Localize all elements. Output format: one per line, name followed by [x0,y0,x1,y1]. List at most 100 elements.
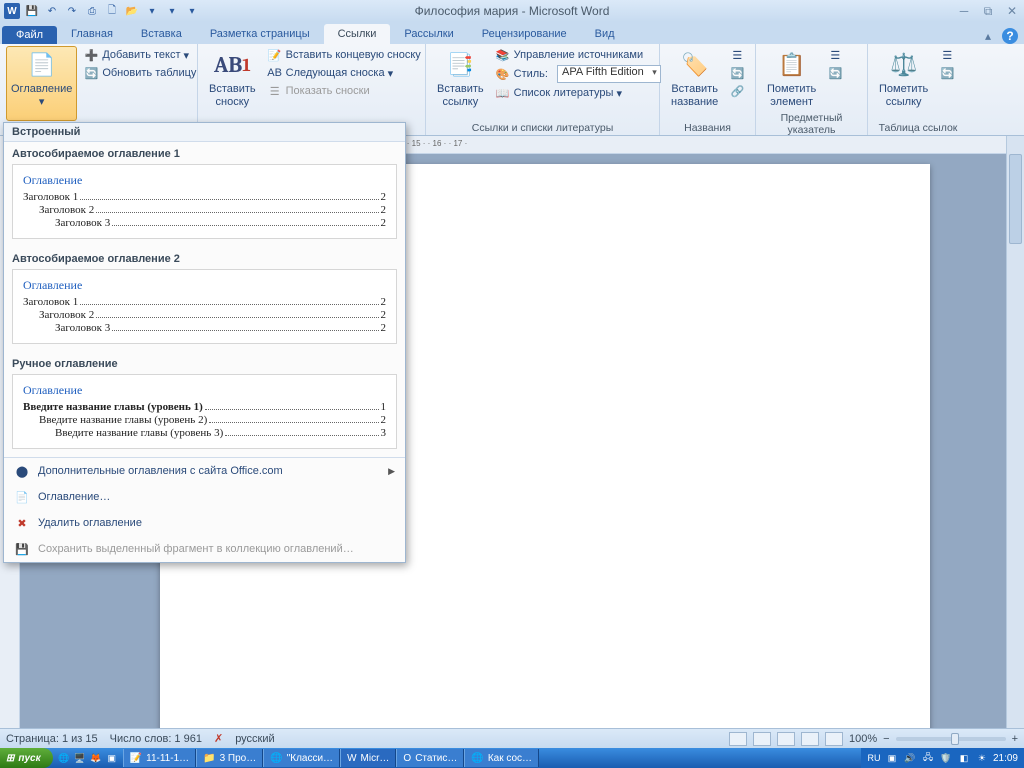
app-icon[interactable]: ▣ [105,751,119,765]
preview-title: Оглавление [23,278,386,293]
taskbar-item[interactable]: 🌐"Класси… [263,749,340,767]
toc-button[interactable]: 📄 Оглавление▾ [6,46,77,121]
taskbar-item-active[interactable]: WMicr… [340,749,396,767]
endnote-icon: 📝 [267,47,283,63]
tab-home[interactable]: Главная [57,24,127,44]
title-bar: W 💾 ↶ ↷ ⎙ 🗋 📂 ▾ ▾ ▾ Философия мария - Mi… [0,0,1024,22]
insert-citation-label: Вставить ссылку [437,83,484,108]
close-icon[interactable]: ✕ [1004,3,1020,19]
tab-references[interactable]: Ссылки [324,24,391,44]
add-text-button[interactable]: ➕Добавить текст ▾ [81,46,198,64]
gallery-item-2[interactable]: Оглавление Введите название главы (урове… [12,374,397,449]
save-icon[interactable]: 💾 [24,3,40,19]
zoom-slider[interactable] [896,737,1006,741]
tab-insert[interactable]: Вставка [127,24,196,44]
ribbon-minimize-icon[interactable]: ▴ [980,28,996,44]
tab-file[interactable]: Файл [2,26,57,44]
undo-icon[interactable]: ↶ [44,3,60,19]
tray-icon[interactable]: ▣ [885,751,899,765]
qat-more-icon[interactable]: ▾ [144,3,160,19]
citation-style-select[interactable]: APA Fifth Edition [557,65,661,83]
view-web[interactable] [777,732,795,746]
custom-toc[interactable]: 📄Оглавление… [4,484,405,510]
status-page[interactable]: Страница: 1 из 15 [6,733,98,745]
print-icon[interactable]: ⎙ [84,3,100,19]
taskbar-item[interactable]: 🌐Как сос… [464,749,539,767]
tray-volume-icon[interactable]: 🔊 [903,751,917,765]
qat-customize-icon[interactable]: ▾ [184,3,200,19]
tab-review[interactable]: Рецензирование [468,24,581,44]
save-selection-toc: 💾Сохранить выделенный фрагмент в коллекц… [4,536,405,562]
open-icon[interactable]: 📂 [124,3,140,19]
caption-small3[interactable]: 🔗 [727,82,747,100]
insert-toa-button[interactable]: ☰ [937,46,957,64]
ribbon-tabs: Файл Главная Вставка Разметка страницы С… [0,22,1024,44]
status-language[interactable]: русский [235,733,274,745]
update-index-button[interactable]: 🔄 [825,64,845,82]
insert-citation-button[interactable]: 📑 Вставить ссылку [432,46,489,121]
insert-endnote-button[interactable]: 📝Вставить концевую сноску [265,46,423,64]
view-draft[interactable] [825,732,843,746]
manage-sources-button[interactable]: 📚Управление источниками [493,46,663,64]
taskbar-item[interactable]: OСтатис… [396,749,464,767]
tray-icon[interactable]: ☀ [975,751,989,765]
add-text-icon: ➕ [83,47,99,63]
tray-icon[interactable]: ◧ [957,751,971,765]
mark-citation-button[interactable]: ⚖️ Пометить ссылку [874,46,933,121]
insert-index-button[interactable]: ☰ [825,46,845,64]
status-wordcount[interactable]: Число слов: 1 961 [110,733,202,745]
save-selection-label: Сохранить выделенный фрагмент в коллекци… [38,543,354,555]
tab-view[interactable]: Вид [581,24,629,44]
update-table-button[interactable]: 🔄Обновить таблицу [81,64,198,82]
next-footnote-button[interactable]: ABСледующая сноска ▾ [265,64,423,82]
remove-toc[interactable]: ✖Удалить оглавление [4,510,405,536]
redo-icon[interactable]: ↷ [64,3,80,19]
tab-layout[interactable]: Разметка страницы [196,24,324,44]
group-captions: 🏷️ Вставить название ☰ 🔄 🔗 Названия [660,44,756,135]
tray-shield-icon[interactable]: 🛡️ [939,751,953,765]
start-button[interactable]: ⊞пуск [0,748,53,768]
tray-lang[interactable]: RU [867,751,881,765]
zoom-level[interactable]: 100% [849,733,877,745]
firefox-icon[interactable]: 🦊 [89,751,103,765]
mark-entry-label: Пометить элемент [767,83,816,108]
windows-logo-icon: ⊞ [6,753,14,764]
taskbar-item[interactable]: 📁3 Про… [196,749,263,767]
insert-footnote-button[interactable]: AB1 Вставить сноску [204,46,261,121]
view-fullscreen[interactable] [753,732,771,746]
tray-network-icon[interactable]: 🖧 [921,751,935,765]
vertical-scrollbar[interactable] [1006,136,1024,728]
ie-icon[interactable]: 🌐 [57,751,71,765]
insert-caption-button[interactable]: 🏷️ Вставить название [666,46,723,121]
caption-small1[interactable]: ☰ [727,46,747,64]
taskbar-item[interactable]: 📝11-11-1… [123,749,196,767]
view-print-layout[interactable] [729,732,747,746]
gallery-footer: ⬤Дополнительные оглавления с сайта Offic… [4,457,405,562]
group-captions-label: Названия [666,121,749,134]
qat-more2-icon[interactable]: ▾ [164,3,180,19]
status-proofing-icon[interactable]: ✗ [214,732,223,745]
add-text-label: Добавить текст [102,49,180,61]
zoom-out-icon[interactable]: − [883,733,889,745]
gallery-item-1[interactable]: Оглавление Заголовок 12 Заголовок 22 Заг… [12,269,397,344]
mark-entry-button[interactable]: 📋 Пометить элемент [762,46,821,111]
caption-icon: 🏷️ [679,49,711,81]
update-toa-button[interactable]: 🔄 [937,64,957,82]
toc-button-label: Оглавление [11,83,72,95]
minimize-icon[interactable]: ─ [956,3,972,19]
caption-small2[interactable]: 🔄 [727,64,747,82]
show-notes-icon: ☰ [267,83,283,99]
zoom-in-icon[interactable]: + [1012,733,1018,745]
more-toc-online[interactable]: ⬤Дополнительные оглавления с сайта Offic… [4,458,405,484]
tray-clock[interactable]: 21:09 [993,753,1018,764]
desktop-icon[interactable]: 🖥️ [73,751,87,765]
preview-title: Оглавление [23,173,386,188]
help-icon[interactable]: ? [1002,28,1018,44]
tab-mailings[interactable]: Рассылки [390,24,467,44]
restore-icon[interactable]: ⧉ [980,3,996,19]
view-outline[interactable] [801,732,819,746]
bibliography-button[interactable]: 📖Список литературы ▾ [493,84,663,102]
toc-entry: Заголовок 1 [23,296,78,308]
gallery-item-0[interactable]: Оглавление Заголовок 12 Заголовок 22 Заг… [12,164,397,239]
new-doc-icon[interactable]: 🗋 [104,3,120,19]
